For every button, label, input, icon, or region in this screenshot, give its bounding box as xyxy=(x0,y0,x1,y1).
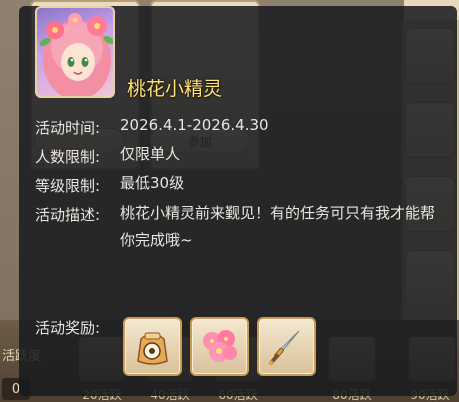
treasure-bag-icon xyxy=(137,332,168,365)
tooltip-header: 桃花小精灵 xyxy=(35,6,457,106)
activity-tooltip: 桃花小精灵 活动时间: 2026.4.1-2026.4.30 人数限制: 仅限单… xyxy=(19,6,457,396)
reward-slot[interactable] xyxy=(123,317,182,376)
info-value: 仅限单人 xyxy=(120,145,181,163)
info-row-description: 活动描述: 桃花小精灵前来觐见！有的任务可只有我才能帮你完成哦~ xyxy=(35,204,443,274)
dagger-icon xyxy=(268,330,300,366)
info-label: 活动时间: xyxy=(35,119,101,137)
info-label: 等级限制: xyxy=(35,177,101,195)
info-label: 人数限制: xyxy=(35,148,101,166)
reward-slot[interactable] xyxy=(190,317,249,376)
reward-label: 活动奖励: xyxy=(35,319,101,337)
peach-blossom-fairy-portrait-icon xyxy=(35,6,115,98)
peach-blossom-icon xyxy=(203,330,237,362)
activity-info: 活动时间: 2026.4.1-2026.4.30 人数限制: 仅限单人 等级限制… xyxy=(35,116,443,274)
info-value: 桃花小精灵前来觐见！有的任务可只有我才能帮你完成哦~ xyxy=(120,204,436,249)
activity-title: 桃花小精灵 xyxy=(127,78,223,100)
info-value: 最低30级 xyxy=(120,174,185,192)
reward-slot[interactable] xyxy=(257,317,316,376)
info-label: 活动描述: xyxy=(35,206,101,224)
info-value: 2026.4.1-2026.4.30 xyxy=(120,116,269,134)
